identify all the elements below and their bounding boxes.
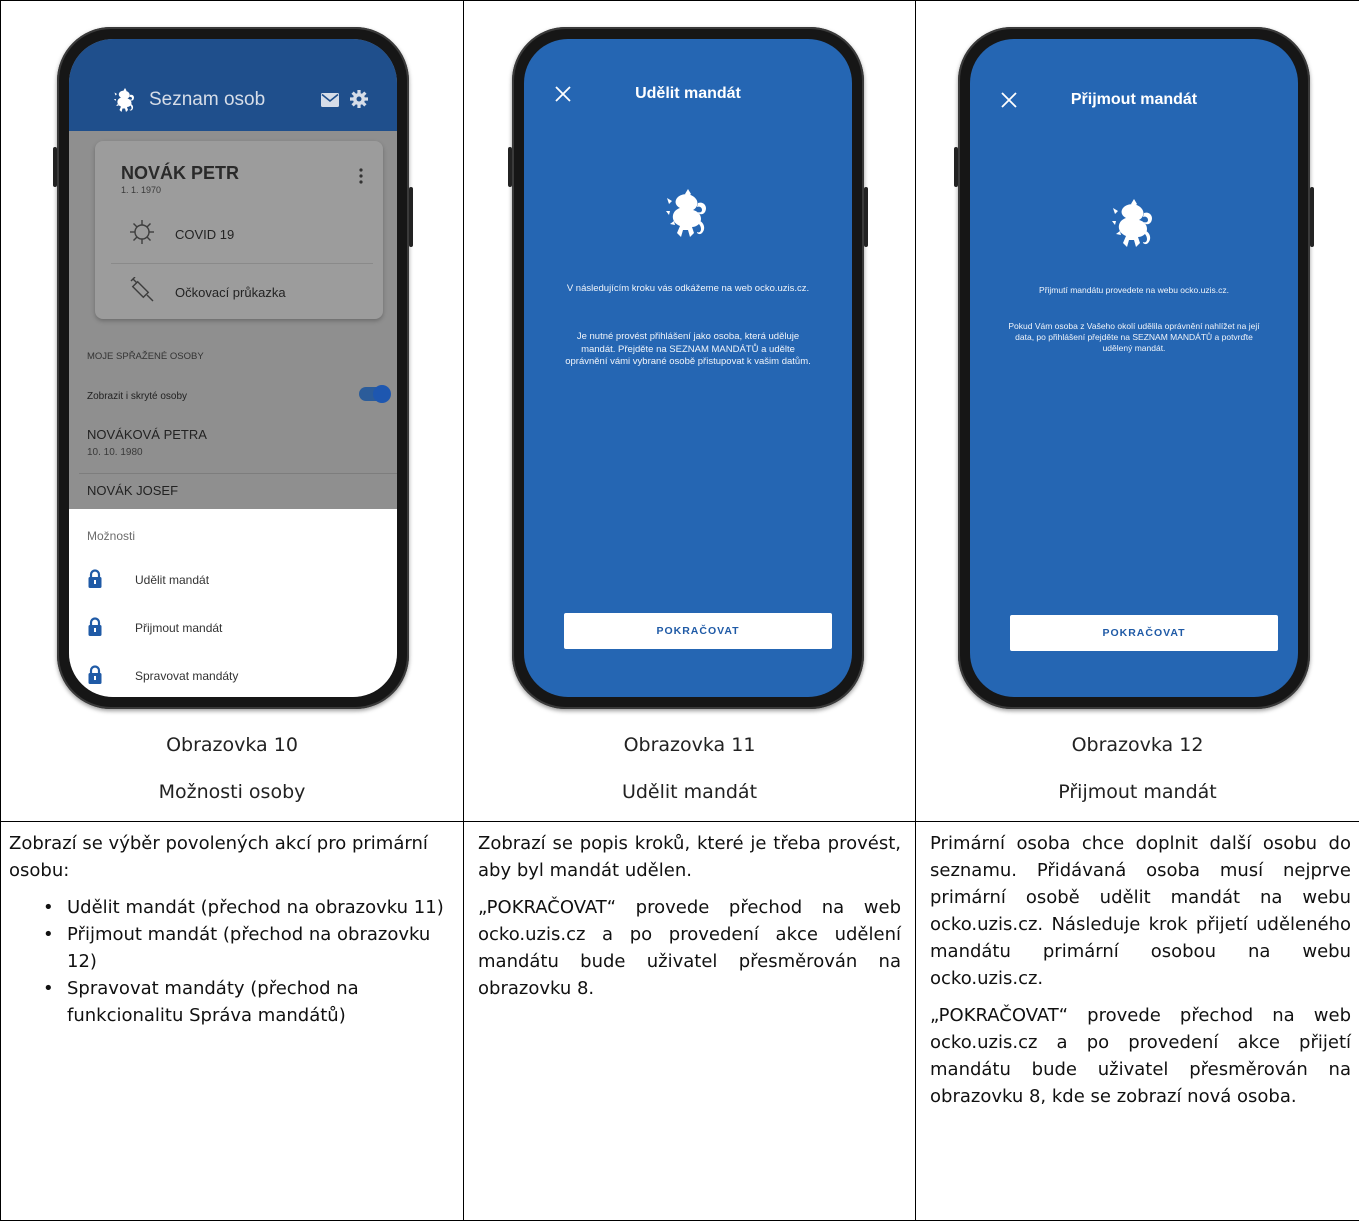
person-card[interactable]: NOVÁK PETR 1. 1. 1970 xyxy=(95,141,383,319)
mail-icon[interactable] xyxy=(321,93,339,107)
instruction-text: V následujícím kroku vás odkážeme na web… xyxy=(560,283,816,296)
screen12-cell: Přijmout mandát Přijmutí mandátu provede… xyxy=(916,1,1359,822)
gear-icon[interactable] xyxy=(349,89,369,109)
instruction-text: Pokud Vám osoba z Vašeho okolí udělila o… xyxy=(1006,321,1262,354)
linked-person-name[interactable]: NOVÁKOVÁ PETRA xyxy=(87,427,207,442)
screen-caption-number: Obrazovka 12 xyxy=(916,734,1359,756)
person-birthdate: 1. 1. 1970 xyxy=(121,185,161,195)
card-item-label: COVID 19 xyxy=(175,227,234,242)
instruction-text: Přijmutí mandátu provedete na webu ocko.… xyxy=(1006,285,1262,296)
action-list-item: Spravovat mandáty (přechod na funkcional… xyxy=(43,975,455,1029)
screen12: Přijmout mandát Přijmutí mandátu provede… xyxy=(970,39,1298,697)
lock-icon xyxy=(87,665,103,685)
kebab-menu-icon[interactable] xyxy=(353,167,369,185)
option-label: Přijmout mandát xyxy=(135,621,222,635)
lock-icon xyxy=(87,617,103,637)
card-item-vaccination-card[interactable]: Očkovací průkazka xyxy=(111,265,373,321)
description-cell-10: Zobrazí se výběr povolených akcí pro pri… xyxy=(1,822,464,1221)
continue-button[interactable]: POKRAČOVAT xyxy=(564,613,832,649)
document-table: Seznam osob xyxy=(0,0,1359,1221)
action-list-item: Udělit mandát (přechod na obrazovku 11) xyxy=(43,894,455,921)
show-hidden-toggle[interactable] xyxy=(359,387,389,401)
description-cell-12: Primární osoba chce doplnit další osobu … xyxy=(916,822,1359,1221)
card-item-covid[interactable]: COVID 19 xyxy=(111,207,373,264)
lion-emblem-icon xyxy=(1110,197,1158,253)
option-label: Spravovat mandáty xyxy=(135,669,238,683)
person-name: NOVÁK PETR xyxy=(121,163,239,184)
description-paragraph: „POKRAČOVAT“ provede přechod na web ocko… xyxy=(478,894,901,1002)
screen-caption-number: Obrazovka 11 xyxy=(464,734,915,756)
linked-person-name[interactable]: NOVÁK JOSEF xyxy=(87,483,178,498)
action-list: Udělit mandát (přechod na obrazovku 11) … xyxy=(9,894,455,1029)
description-cell-11: Zobrazí se popis kroků, které je třeba p… xyxy=(464,822,916,1221)
action-list-item: Přijmout mandát (přechod na obrazovku 12… xyxy=(43,921,455,975)
virus-icon xyxy=(129,219,155,245)
screen10: Seznam osob xyxy=(69,39,397,697)
screen-caption-name: Udělit mandát xyxy=(464,781,915,803)
screen10-cell: Seznam osob xyxy=(1,1,464,822)
syringe-icon xyxy=(129,277,155,303)
description-paragraph: Zobrazí se popis kroků, které je třeba p… xyxy=(478,830,901,884)
screen11: Udělit mandát V následujícím kroku vás o… xyxy=(524,39,852,697)
phone-frame: Udělit mandát V následujícím kroku vás o… xyxy=(512,27,864,709)
screen-caption-name: Možnosti osoby xyxy=(1,781,463,803)
screen-title: Přijmout mandát xyxy=(970,91,1298,109)
description-paragraph: „POKRAČOVAT“ provede přechod na web ocko… xyxy=(930,1002,1351,1110)
linked-person-date: 10. 10. 1980 xyxy=(87,447,143,458)
instruction-text: Je nutné provést přihlášení jako osoba, … xyxy=(560,331,816,369)
card-item-label: Očkovací průkazka xyxy=(175,285,286,300)
screen-title: Udělit mandát xyxy=(524,85,852,103)
continue-button[interactable]: POKRAČOVAT xyxy=(1010,615,1278,651)
app-title: Seznam osob xyxy=(149,89,265,111)
divider xyxy=(79,473,397,474)
section-label: MOJE SPŘAŽENÉ OSOBY xyxy=(87,351,204,362)
lion-emblem-icon xyxy=(111,87,139,115)
app-bar: Seznam osob xyxy=(69,39,397,131)
phone-frame: Seznam osob xyxy=(57,27,409,709)
description-paragraph: Primární osoba chce doplnit další osobu … xyxy=(930,830,1351,992)
options-sheet: Možnosti Udělit mandát Přijmout mandát S… xyxy=(69,509,397,697)
lion-emblem-icon xyxy=(664,187,712,243)
option-label: Udělit mandát xyxy=(135,573,209,587)
description-intro: Zobrazí se výběr povolených akcí pro pri… xyxy=(9,830,455,884)
screen-caption-number: Obrazovka 10 xyxy=(1,734,463,756)
screen-caption-name: Přijmout mandát xyxy=(916,781,1359,803)
lock-icon xyxy=(87,569,103,589)
toggle-label: Zobrazit i skryté osoby xyxy=(87,391,187,402)
phone-frame: Přijmout mandát Přijmutí mandátu provede… xyxy=(958,27,1310,709)
sheet-title: Možnosti xyxy=(87,529,135,543)
screen11-cell: Udělit mandát V následujícím kroku vás o… xyxy=(464,1,916,822)
